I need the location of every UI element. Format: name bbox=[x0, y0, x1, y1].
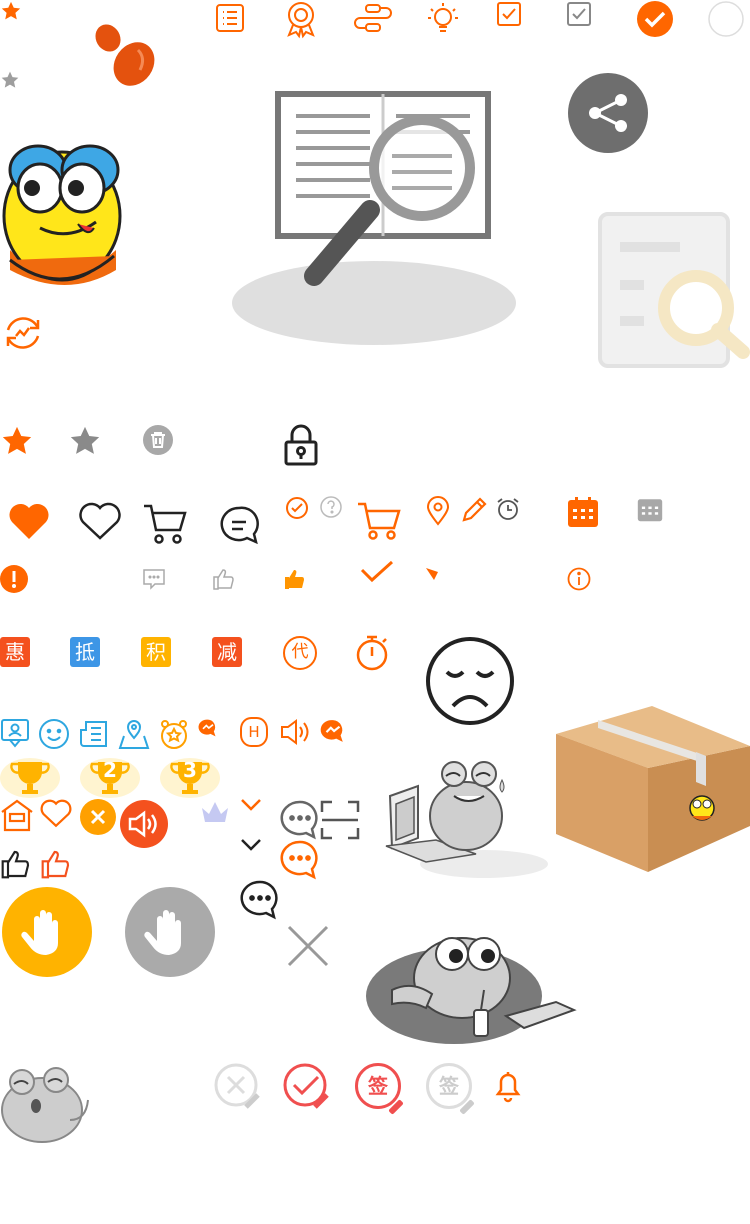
volume-icon-filled[interactable] bbox=[120, 800, 168, 848]
sign-seal-red-label: 签 bbox=[368, 1074, 388, 1098]
refresh-icon[interactable] bbox=[2, 312, 44, 354]
alarm-icon[interactable] bbox=[495, 496, 521, 522]
comment-icon-gray[interactable] bbox=[142, 568, 166, 590]
alert-icon bbox=[0, 565, 28, 593]
close-icon[interactable] bbox=[287, 925, 329, 967]
thumb-up-icon-black[interactable] bbox=[0, 848, 32, 880]
scan-icon[interactable] bbox=[320, 800, 360, 840]
heart-icon-filled[interactable] bbox=[8, 503, 50, 541]
pen-icon-gray bbox=[459, 1099, 475, 1115]
info-icon[interactable] bbox=[567, 567, 591, 591]
check-circle-small-icon[interactable] bbox=[285, 496, 309, 520]
chat-icon-black[interactable] bbox=[219, 505, 261, 545]
corner-mark-icon bbox=[424, 566, 440, 580]
thumb-up-icon-orange[interactable] bbox=[40, 848, 72, 880]
message-bubble-icon-small[interactable] bbox=[198, 718, 218, 738]
sign-seal-gray[interactable]: 签 bbox=[426, 1063, 475, 1115]
badge-dai: 代 bbox=[283, 636, 317, 670]
flow-icon[interactable] bbox=[354, 3, 392, 33]
close-seal-icon[interactable] bbox=[214, 1063, 262, 1111]
heart-icon-small[interactable] bbox=[40, 799, 72, 828]
frog-character-small bbox=[0, 1060, 92, 1146]
empty-circle-icon[interactable] bbox=[707, 0, 745, 38]
bulb-icon[interactable] bbox=[426, 1, 460, 37]
chat-dots-icon-gray[interactable] bbox=[280, 800, 320, 840]
check-circle-icon[interactable] bbox=[636, 0, 674, 38]
cart-icon-orange[interactable] bbox=[356, 500, 402, 542]
news-icon[interactable] bbox=[78, 718, 110, 750]
hand-icon-gold[interactable] bbox=[2, 887, 92, 977]
bear-star-icon[interactable] bbox=[158, 718, 190, 750]
doc-search-icon bbox=[598, 212, 750, 368]
award-icon[interactable] bbox=[284, 1, 318, 39]
badge-ji: 积 bbox=[141, 637, 171, 667]
checkbox-icon-gray[interactable] bbox=[566, 1, 592, 27]
trophy-number-2: 2 bbox=[103, 758, 117, 782]
lock-icon[interactable] bbox=[283, 424, 319, 466]
sign-seal-red[interactable]: 签 bbox=[355, 1063, 404, 1115]
frog-character-lying bbox=[366, 920, 578, 1048]
contact-icon[interactable] bbox=[0, 718, 30, 748]
star-icon-gray[interactable] bbox=[68, 424, 102, 458]
chevron-down-icon-orange[interactable] bbox=[240, 798, 262, 812]
trophy-number-3: 3 bbox=[183, 758, 197, 782]
crown-icon bbox=[200, 800, 230, 824]
thumb-up-icon-filled[interactable] bbox=[283, 567, 307, 591]
chat-dots-icon-orange[interactable] bbox=[280, 840, 320, 880]
calendar-icon-gray[interactable] bbox=[637, 496, 663, 522]
smile-icon[interactable] bbox=[38, 718, 70, 750]
share-icon[interactable] bbox=[568, 73, 648, 153]
beans-icon bbox=[92, 22, 158, 88]
chevron-down-icon-black[interactable] bbox=[240, 838, 262, 852]
chat-dots-icon-black[interactable] bbox=[240, 880, 280, 920]
emoji-face bbox=[0, 140, 126, 292]
star-icon-orange[interactable] bbox=[0, 424, 34, 458]
trophy-icon-gold bbox=[0, 758, 60, 798]
badge-jian: 减 bbox=[212, 637, 242, 667]
frog-character-computer bbox=[384, 756, 550, 884]
calendar-icon-orange[interactable] bbox=[567, 496, 599, 528]
trophy-icon-second: 2 bbox=[80, 758, 140, 798]
cart-icon-black[interactable] bbox=[142, 502, 188, 546]
list-icon[interactable] bbox=[215, 3, 245, 33]
badge-h: H bbox=[240, 717, 268, 747]
timer-icon[interactable] bbox=[354, 634, 390, 672]
trophy-icon-third: 3 bbox=[160, 758, 220, 798]
sad-face-icon bbox=[425, 636, 515, 726]
pencil-icon[interactable] bbox=[460, 496, 488, 524]
location-icon[interactable] bbox=[426, 496, 450, 526]
home-icon[interactable] bbox=[0, 798, 34, 832]
check-seal-icon[interactable] bbox=[283, 1063, 331, 1111]
close-icon-circle[interactable] bbox=[80, 799, 116, 835]
pen-icon-red bbox=[388, 1099, 404, 1115]
badge-hui: 惠 bbox=[0, 637, 30, 667]
trash-icon[interactable] bbox=[142, 424, 174, 456]
message-bubble-icon[interactable] bbox=[320, 718, 346, 744]
checkbox-icon-orange[interactable] bbox=[496, 1, 522, 27]
badge-di: 抵 bbox=[70, 637, 100, 667]
book-search-icon bbox=[230, 90, 520, 348]
checkmark-icon bbox=[360, 560, 394, 584]
bell-icon[interactable] bbox=[494, 1070, 522, 1103]
volume-icon-outline[interactable] bbox=[280, 718, 312, 746]
help-icon[interactable] bbox=[320, 496, 342, 518]
sign-seal-gray-label: 签 bbox=[439, 1074, 459, 1098]
star-icon-small bbox=[0, 0, 22, 22]
map-icon[interactable] bbox=[118, 718, 150, 750]
heart-icon-outline[interactable] bbox=[79, 502, 121, 541]
thumb-up-icon-gray[interactable] bbox=[212, 567, 236, 591]
hand-icon-gray[interactable] bbox=[125, 887, 215, 977]
box-icon bbox=[556, 706, 750, 874]
star-icon-gray-small bbox=[0, 70, 20, 90]
